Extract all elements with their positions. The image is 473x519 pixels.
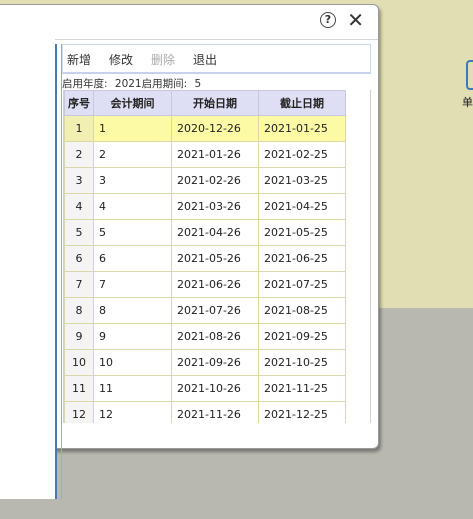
- period-cell[interactable]: 6: [93, 245, 172, 272]
- row-index-cell[interactable]: 2: [64, 141, 94, 168]
- period-cell[interactable]: 2: [93, 141, 172, 168]
- start-date-cell[interactable]: 2021-01-26: [171, 141, 259, 168]
- row-index-cell[interactable]: 6: [64, 245, 94, 272]
- start-date-cell[interactable]: 2021-10-26: [171, 375, 259, 402]
- row-index-cell[interactable]: 10: [64, 349, 94, 376]
- end-date-cell[interactable]: 2021-12-25: [258, 401, 346, 423]
- period-cell[interactable]: 1: [93, 115, 172, 142]
- end-date-cell[interactable]: 2021-01-25: [258, 115, 346, 142]
- start-period-label: 启用期间:: [141, 78, 188, 90]
- row-index-cell[interactable]: 12: [64, 401, 94, 423]
- start-year-label: 启用年度:: [62, 78, 108, 90]
- end-date-cell[interactable]: 2021-03-25: [258, 167, 346, 194]
- start-date-cell[interactable]: 2021-06-26: [171, 271, 259, 298]
- add-button[interactable]: 新增: [67, 51, 91, 68]
- end-date-cell[interactable]: 2021-07-25: [258, 271, 346, 298]
- period-cell[interactable]: 8: [93, 297, 172, 324]
- period-cell[interactable]: 12: [93, 401, 172, 423]
- start-date-cell[interactable]: 2021-09-26: [171, 349, 259, 376]
- end-date-cell[interactable]: 2021-08-25: [258, 297, 346, 324]
- end-date-cell[interactable]: 2021-02-25: [258, 141, 346, 168]
- edit-button[interactable]: 修改: [109, 51, 133, 68]
- delete-button[interactable]: 删除: [151, 51, 175, 68]
- end-date-cell[interactable]: 2021-11-25: [258, 375, 346, 402]
- period-cell[interactable]: 5: [93, 219, 172, 246]
- table-row[interactable]: 4 4 2021-03-26 2021-04-25: [64, 193, 346, 220]
- pane-splitter[interactable]: [55, 44, 62, 499]
- period-info: 启用年度: 2021启用期间: 5: [62, 76, 201, 91]
- table-row[interactable]: 9 9 2021-08-26 2021-09-25: [64, 323, 346, 350]
- table-row[interactable]: 1 1 2020-12-26 2021-01-25: [64, 115, 346, 142]
- dialog-titlebar: ? ✕: [0, 5, 378, 40]
- column-header-index[interactable]: 序号: [64, 90, 94, 116]
- table-row[interactable]: 5 5 2021-04-26 2021-05-25: [64, 219, 346, 246]
- row-index-cell[interactable]: 1: [64, 115, 94, 142]
- period-cell[interactable]: 4: [93, 193, 172, 220]
- table-header-row: 序号 会计期间 开始日期 截止日期: [64, 90, 346, 116]
- table-row[interactable]: 7 7 2021-06-26 2021-07-25: [64, 271, 346, 298]
- period-grid: 序号 会计期间 开始日期 截止日期 1 1 2020-12-26 2021-01-25…: [63, 90, 371, 423]
- background-label: 单: [462, 96, 473, 109]
- left-pane: [0, 35, 55, 499]
- row-index-cell[interactable]: 11: [64, 375, 94, 402]
- end-date-cell[interactable]: 2021-06-25: [258, 245, 346, 272]
- start-date-cell[interactable]: 2021-05-26: [171, 245, 259, 272]
- row-index-cell[interactable]: 4: [64, 193, 94, 220]
- start-date-cell[interactable]: 2020-12-26: [171, 115, 259, 142]
- exit-button[interactable]: 退出: [193, 51, 217, 68]
- row-index-cell[interactable]: 5: [64, 219, 94, 246]
- table-row[interactable]: 10 10 2021-09-26 2021-10-25: [64, 349, 346, 376]
- start-date-cell[interactable]: 2021-08-26: [171, 323, 259, 350]
- period-cell[interactable]: 3: [93, 167, 172, 194]
- period-table: 序号 会计期间 开始日期 截止日期 1 1 2020-12-26 2021-01-25…: [64, 90, 346, 423]
- start-date-cell[interactable]: 2021-11-26: [171, 401, 259, 423]
- column-header-end-date[interactable]: 截止日期: [258, 90, 346, 116]
- end-date-cell[interactable]: 2021-04-25: [258, 193, 346, 220]
- start-year-value: 2021: [114, 78, 142, 90]
- start-period-value: 5: [194, 78, 202, 90]
- start-date-cell[interactable]: 2021-03-26: [171, 193, 259, 220]
- table-row[interactable]: 11 11 2021-10-26 2021-11-25: [64, 375, 346, 402]
- period-cell[interactable]: 11: [93, 375, 172, 402]
- table-row[interactable]: 6 6 2021-05-26 2021-06-25: [64, 245, 346, 272]
- background-button[interactable]: [466, 60, 473, 90]
- end-date-cell[interactable]: 2021-05-25: [258, 219, 346, 246]
- period-cell[interactable]: 10: [93, 349, 172, 376]
- table-row[interactable]: 12 12 2021-11-26 2021-12-25: [64, 401, 346, 423]
- table-row[interactable]: 8 8 2021-07-26 2021-08-25: [64, 297, 346, 324]
- table-row[interactable]: 2 2 2021-01-26 2021-02-25: [64, 141, 346, 168]
- row-index-cell[interactable]: 9: [64, 323, 94, 350]
- close-icon[interactable]: ✕: [347, 8, 364, 32]
- help-icon[interactable]: ?: [320, 12, 336, 28]
- table-row[interactable]: 3 3 2021-02-26 2021-03-25: [64, 167, 346, 194]
- start-date-cell[interactable]: 2021-02-26: [171, 167, 259, 194]
- end-date-cell[interactable]: 2021-10-25: [258, 349, 346, 376]
- toolbar: 新增 修改 删除 退出: [62, 44, 371, 74]
- period-cell[interactable]: 7: [93, 271, 172, 298]
- column-header-period[interactable]: 会计期间: [93, 90, 172, 116]
- row-index-cell[interactable]: 3: [64, 167, 94, 194]
- row-index-cell[interactable]: 7: [64, 271, 94, 298]
- period-cell[interactable]: 9: [93, 323, 172, 350]
- row-index-cell[interactable]: 8: [64, 297, 94, 324]
- start-date-cell[interactable]: 2021-07-26: [171, 297, 259, 324]
- end-date-cell[interactable]: 2021-09-25: [258, 323, 346, 350]
- start-date-cell[interactable]: 2021-04-26: [171, 219, 259, 246]
- column-header-start-date[interactable]: 开始日期: [171, 90, 259, 116]
